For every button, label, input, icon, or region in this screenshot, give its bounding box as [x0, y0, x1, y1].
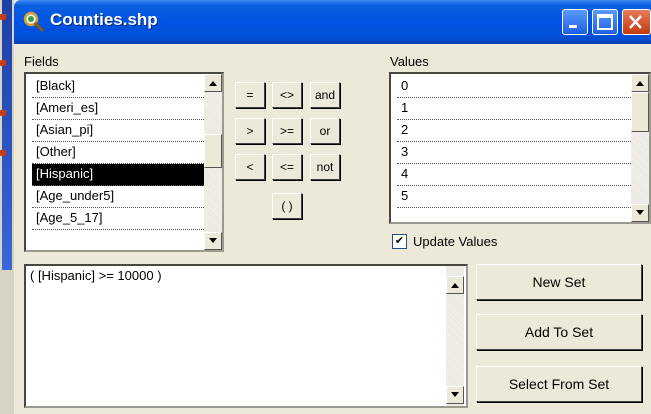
update-values-label: Update Values — [413, 234, 498, 249]
background-window-edge — [0, 0, 14, 414]
or-button[interactable]: or — [310, 118, 340, 144]
down-arrow-icon — [451, 392, 459, 397]
up-arrow-icon — [636, 81, 644, 86]
up-arrow-icon — [209, 81, 217, 86]
value-item[interactable]: 5 — [397, 186, 643, 208]
and-button[interactable]: and — [310, 82, 340, 108]
up-arrow-icon — [451, 283, 459, 288]
not-button[interactable]: not — [310, 154, 340, 180]
value-item[interactable]: 1 — [397, 98, 643, 120]
scroll-up-button[interactable] — [446, 276, 464, 294]
down-arrow-icon — [209, 238, 217, 243]
fields-scrollbar[interactable] — [204, 74, 222, 250]
scroll-thumb[interactable] — [631, 92, 649, 132]
field-item[interactable]: [Age_under5] — [32, 186, 216, 208]
value-item[interactable]: 3 — [397, 142, 643, 164]
parentheses-button[interactable]: ( ) — [272, 193, 302, 219]
add-to-set-button[interactable]: Add To Set — [476, 314, 642, 350]
scroll-down-button[interactable] — [446, 386, 464, 404]
minimize-button[interactable] — [562, 9, 588, 35]
query-scrollbar[interactable] — [446, 266, 464, 406]
less-button[interactable]: < — [235, 154, 265, 180]
field-item[interactable]: [Other] — [32, 142, 216, 164]
less-equal-button[interactable]: <= — [272, 154, 302, 180]
equals-button[interactable]: = — [235, 82, 265, 108]
close-button[interactable] — [622, 9, 651, 35]
scroll-down-button[interactable] — [204, 232, 222, 250]
scroll-up-button[interactable] — [631, 74, 649, 92]
checkmark-icon[interactable]: ✔ — [392, 234, 407, 249]
scroll-down-button[interactable] — [631, 204, 649, 222]
greater-button[interactable]: > — [235, 118, 265, 144]
field-item-selected[interactable]: [Hispanic] — [32, 164, 216, 186]
value-item[interactable]: 0 — [397, 76, 643, 98]
scroll-thumb[interactable] — [204, 134, 222, 168]
scroll-up-button[interactable] — [204, 74, 222, 92]
value-item[interactable]: 4 — [397, 164, 643, 186]
fields-list[interactable]: [Black] [Ameri_es] [Asian_pi] [Other] [H… — [24, 72, 224, 252]
maximize-icon — [597, 14, 613, 30]
values-label: Values — [390, 54, 429, 69]
field-item[interactable]: [Black] — [32, 76, 216, 98]
minimize-icon — [569, 25, 577, 28]
select-from-set-button[interactable]: Select From Set — [476, 366, 642, 402]
values-scrollbar[interactable] — [631, 74, 649, 222]
query-expression-box[interactable]: ( [Hispanic] >= 10000 ) — [24, 264, 468, 408]
field-item[interactable]: [Age_5_17] — [32, 208, 216, 230]
query-text[interactable]: ( [Hispanic] >= 10000 ) — [30, 268, 162, 283]
fields-label: Fields — [24, 54, 59, 69]
values-list[interactable]: 0 1 2 3 4 5 — [389, 72, 651, 224]
field-item[interactable]: [Ameri_es] — [32, 98, 216, 120]
value-item[interactable]: 2 — [397, 120, 643, 142]
close-icon — [629, 15, 642, 29]
query-builder-window: Counties.shp Fields [Black] [Ameri_es] [… — [14, 0, 651, 414]
greater-equal-button[interactable]: >= — [272, 118, 302, 144]
query-magnifier-icon — [23, 11, 45, 33]
down-arrow-icon — [636, 210, 644, 215]
field-item[interactable]: [Asian_pi] — [32, 120, 216, 142]
not-equals-button[interactable]: <> — [272, 82, 302, 108]
window-title: Counties.shp — [50, 10, 158, 29]
title-bar[interactable]: Counties.shp — [14, 0, 651, 44]
update-values-checkbox[interactable]: ✔ Update Values — [392, 234, 497, 249]
new-set-button[interactable]: New Set — [476, 264, 642, 300]
maximize-button[interactable] — [592, 9, 618, 35]
